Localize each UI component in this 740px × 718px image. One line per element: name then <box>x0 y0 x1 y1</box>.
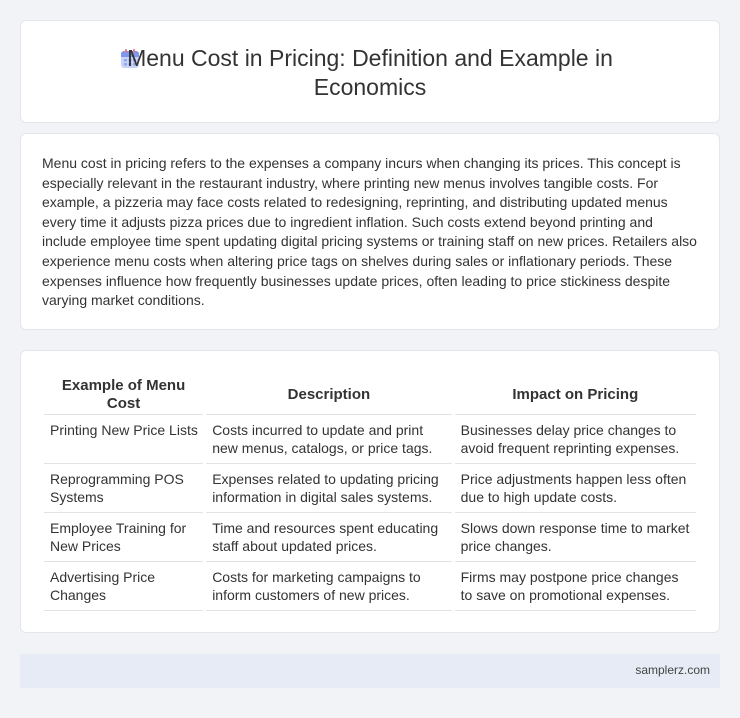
cell-example: Reprogramming POS Systems <box>44 464 204 513</box>
cell-impact: Slows down response time to market price… <box>454 513 696 562</box>
table-card: Example of Menu Cost Description Impact … <box>20 350 720 633</box>
column-header-description: Description <box>206 375 452 415</box>
cell-impact: Businesses delay price changes to avoid … <box>454 415 696 464</box>
title-card: Menu Cost in Pricing: Definition and Exa… <box>20 20 720 123</box>
description-paragraph: Menu cost in pricing refers to the expen… <box>42 155 697 309</box>
cell-example: Advertising Price Changes <box>44 562 204 611</box>
cell-description: Costs incurred to update and print new m… <box>206 415 452 464</box>
cell-description: Time and resources spent educating staff… <box>206 513 452 562</box>
cell-description: Costs for marketing campaigns to inform … <box>206 562 452 611</box>
page-title: Menu Cost in Pricing: Definition and Exa… <box>127 45 613 100</box>
table-row: Employee Training for New Prices Time an… <box>44 513 696 562</box>
menu-cost-table: Example of Menu Cost Description Impact … <box>41 375 699 611</box>
footer: samplerz.com <box>20 654 720 688</box>
column-header-impact: Impact on Pricing <box>454 375 696 415</box>
cell-example: Employee Training for New Prices <box>44 513 204 562</box>
footer-site-link[interactable]: samplerz.com <box>635 663 710 677</box>
cell-impact: Price adjustments happen less often due … <box>454 464 696 513</box>
table-row: Advertising Price Changes Costs for mark… <box>44 562 696 611</box>
table-row: Reprogramming POS Systems Expenses relat… <box>44 464 696 513</box>
table-row: Printing New Price Lists Costs incurred … <box>44 415 696 464</box>
cell-description: Expenses related to updating pricing inf… <box>206 464 452 513</box>
cell-example: Printing New Price Lists <box>44 415 204 464</box>
table-header-row: Example of Menu Cost Description Impact … <box>44 375 696 415</box>
column-header-example: Example of Menu Cost <box>44 375 204 415</box>
cell-impact: Firms may postpone price changes to save… <box>454 562 696 611</box>
description-card: Menu cost in pricing refers to the expen… <box>20 133 720 330</box>
